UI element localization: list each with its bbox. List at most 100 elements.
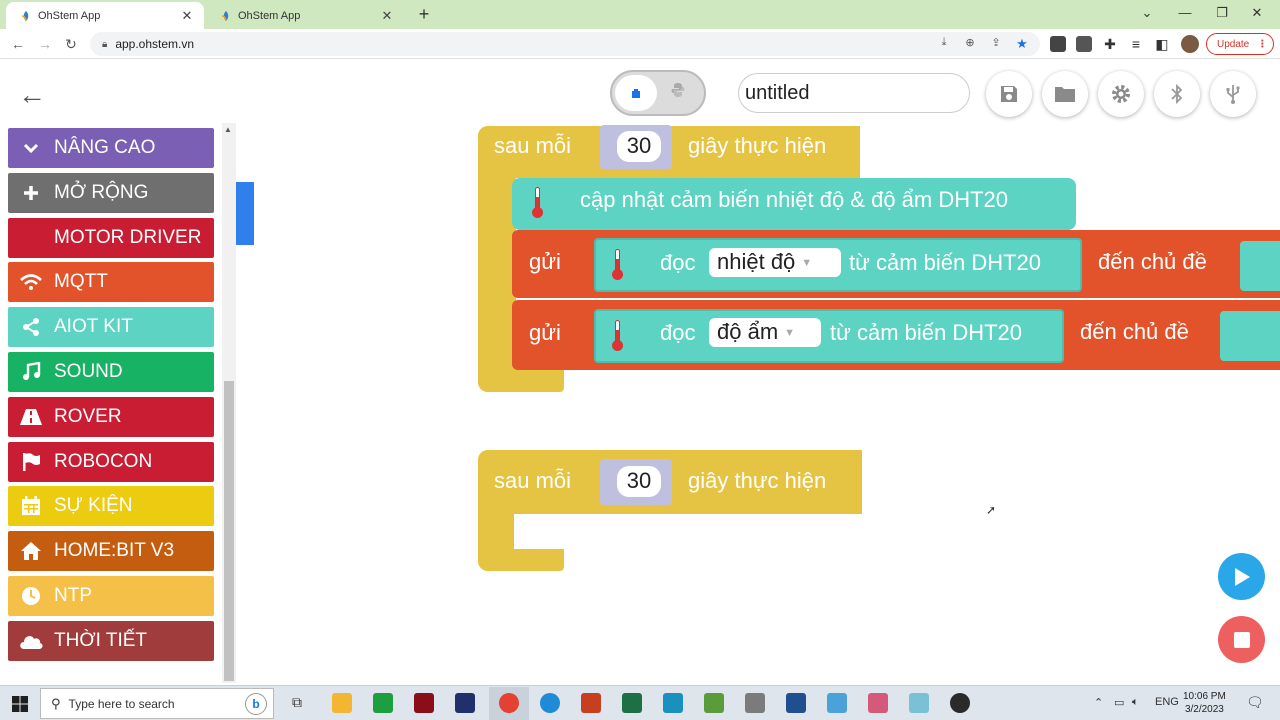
windows-start-icon[interactable]	[12, 696, 28, 712]
powerpoint-icon[interactable]	[581, 693, 601, 713]
settings-button[interactable]	[1098, 71, 1144, 117]
facebook-extension-icon[interactable]	[1076, 36, 1092, 52]
taskbar-search-placeholder: Type here to search	[68, 696, 175, 711]
snipping-icon[interactable]	[868, 693, 888, 713]
category-robocon[interactable]: ROBOCON	[8, 441, 214, 482]
arduino-icon[interactable]	[663, 693, 683, 713]
windows-taskbar: ⚲ Type here to search b ⧉ ⌃ ▭ 🔈︎ ENG 10:…	[0, 685, 1280, 720]
notifications-icon[interactable]: 🗨︎	[1246, 694, 1264, 711]
topic-text-slot[interactable]	[1240, 241, 1280, 291]
profile-avatar[interactable]	[1181, 35, 1199, 53]
flyout-edge[interactable]	[236, 182, 254, 245]
home-icon	[18, 540, 44, 562]
category-rover[interactable]: ROVER	[8, 396, 214, 437]
edge-icon[interactable]	[540, 693, 560, 713]
task-view-icon[interactable]: ⧉	[292, 694, 302, 711]
timer-loop-block-2-arm[interactable]	[478, 450, 514, 571]
save-button[interactable]	[986, 71, 1032, 117]
run-button[interactable]	[1218, 553, 1265, 600]
block-python-toggle[interactable]	[610, 70, 706, 116]
bookmark-star-icon[interactable]: ★	[1014, 36, 1030, 52]
browser-tab-1[interactable]: OhStem App ✕	[6, 2, 204, 29]
address-bar[interactable]: 🔒︎ app.ohstem.vn ⤓ ⊕ ⇪ ★	[90, 32, 1040, 56]
category-mqtt[interactable]: MQTT	[8, 262, 214, 303]
update-dht20-block[interactable]	[512, 178, 1076, 230]
read-humidity-block[interactable]	[594, 309, 1064, 363]
file-explorer-icon[interactable]	[332, 693, 352, 713]
stop-button[interactable]	[1218, 616, 1265, 663]
scroll-up-arrow-icon[interactable]: ▲	[224, 125, 232, 134]
battery-icon[interactable]: ▭	[1114, 696, 1124, 709]
new-tab-button[interactable]: +	[414, 4, 434, 25]
loop-suffix: giây thực hiện	[688, 133, 827, 158]
tray-chevron-up-icon[interactable]: ⌃	[1094, 696, 1103, 709]
obs-icon[interactable]	[950, 693, 970, 713]
share-icon[interactable]: ⇪	[988, 36, 1004, 52]
category-su-kien[interactable]: SỰ KIỆN	[8, 486, 214, 527]
usb-button[interactable]	[1210, 71, 1256, 117]
timer-loop-block-1-foot[interactable]	[478, 369, 564, 392]
read-temperature-block[interactable]	[594, 238, 1082, 292]
app-blue-icon[interactable]	[455, 693, 475, 713]
timer-loop-block-1-arm[interactable]	[478, 126, 516, 392]
speaker-icon[interactable]: 🔈︎	[1132, 696, 1139, 709]
app-red-icon[interactable]	[414, 693, 434, 713]
close-tab-icon[interactable]: ✕	[380, 8, 394, 24]
app-download-icon[interactable]	[786, 693, 806, 713]
tab-search-chevron-icon[interactable]: ⌄	[1138, 5, 1156, 21]
timer-loop-block-2[interactable]	[478, 450, 862, 514]
bluetooth-button[interactable]	[1154, 71, 1200, 117]
measure-dropdown[interactable]: nhiệt độ ▼	[709, 248, 841, 277]
app-cyan-icon[interactable]	[909, 693, 929, 713]
install-app-icon[interactable]: ⤓	[936, 36, 952, 52]
plus-icon	[18, 182, 44, 204]
app-green-icon[interactable]	[704, 693, 724, 713]
seconds-value[interactable]: 30	[617, 131, 661, 162]
timer-loop-block-1[interactable]	[478, 126, 860, 178]
category-label: AIOT KIT	[54, 316, 133, 338]
stop-icon	[1233, 631, 1250, 648]
reading-list-icon[interactable]: ≡	[1127, 35, 1145, 53]
back-arrow-icon[interactable]: ←	[18, 79, 46, 111]
send-temperature-block[interactable]	[512, 230, 1280, 298]
forward-icon[interactable]: →	[36, 35, 54, 53]
category-home-bit-v3[interactable]: HOME:BIT V3	[8, 531, 214, 572]
browser-tab-2[interactable]: OhStem App ✕	[206, 2, 404, 29]
zoom-icon[interactable]: ⊕	[962, 36, 978, 52]
category-sound[interactable]: SOUND	[8, 351, 214, 392]
side-panel-icon[interactable]: ◧	[1153, 35, 1171, 53]
close-tab-icon[interactable]: ✕	[180, 8, 194, 24]
timer-loop-block-2-foot[interactable]	[478, 549, 564, 571]
project-title-input[interactable]	[738, 73, 970, 113]
taskbar-search-box[interactable]: ⚲ Type here to search b	[40, 688, 274, 719]
excel-icon[interactable]	[622, 693, 642, 713]
minimize-window-icon[interactable]: —	[1176, 5, 1194, 20]
reload-icon[interactable]: ↻	[62, 35, 80, 53]
category-nang-cao[interactable]: NÂNG CAO	[8, 128, 214, 168]
paint-icon[interactable]	[827, 693, 847, 713]
category-thoi-tiet[interactable]: THỜI TIẾT	[8, 620, 214, 661]
open-folder-button[interactable]	[1042, 71, 1088, 117]
language-indicator[interactable]: ENG	[1155, 696, 1179, 708]
category-scrollbar-thumb[interactable]	[224, 381, 234, 681]
category-ntp[interactable]: NTP	[8, 575, 214, 616]
pycharm-icon[interactable]	[373, 693, 393, 713]
extensions-puzzle-icon[interactable]: ✚	[1101, 35, 1119, 53]
chrome-icon[interactable]	[499, 693, 519, 713]
taskbar-clock[interactable]: 10:06 PM 3/2/2023	[1183, 690, 1226, 716]
update-button[interactable]: Update ⋮	[1206, 33, 1274, 55]
measure-dropdown[interactable]: độ ẩm ▼	[709, 318, 821, 347]
topic-text-slot[interactable]	[1220, 311, 1280, 361]
send-humidity-block[interactable]	[512, 300, 1280, 370]
category-aiot-kit[interactable]: AIOT KIT	[8, 307, 214, 348]
maximize-window-icon[interactable]: ❐	[1213, 5, 1231, 21]
seconds-value[interactable]: 30	[617, 466, 661, 497]
clock-time: 10:06 PM	[1183, 691, 1226, 702]
extension-icon[interactable]	[1050, 36, 1066, 52]
close-window-icon[interactable]: ✕	[1248, 5, 1266, 21]
category-mo-rong[interactable]: MỞ RỘNG	[8, 172, 214, 213]
app-gray-icon[interactable]	[745, 693, 765, 713]
category-motor-driver[interactable]: MOTOR DRIVER	[8, 217, 214, 258]
back-icon[interactable]: ←	[9, 35, 27, 53]
bing-icon[interactable]: b	[245, 693, 267, 715]
